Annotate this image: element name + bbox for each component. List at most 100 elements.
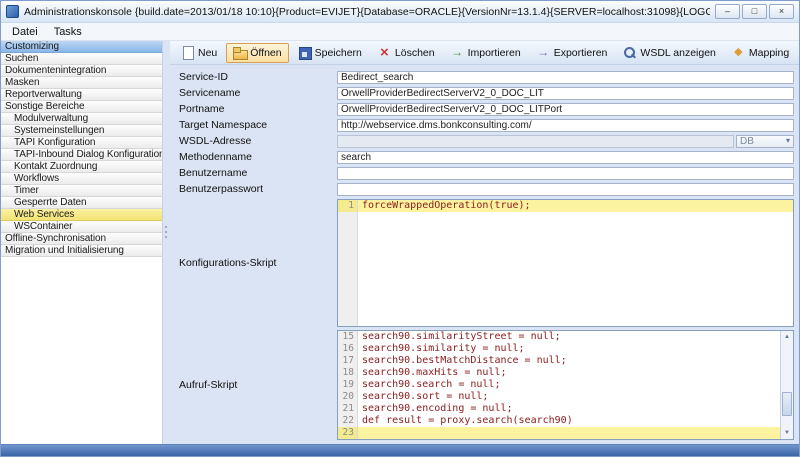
sidebar-item-offline-synchronisation[interactable]: Offline-Synchronisation <box>1 233 162 245</box>
field-input-benutzername[interactable] <box>337 167 794 180</box>
field-label-service-id: Service-ID <box>179 71 337 83</box>
aufruf-editor[interactable]: 151617181920212223search90.similarityStr… <box>337 330 794 440</box>
field-input-benutzerpasswort[interactable] <box>337 183 794 196</box>
sidebar: CustomizingSuchenDokumentenintegrationMa… <box>1 41 163 444</box>
editor-gutter: 1 <box>338 200 358 326</box>
sidebar-item-masken[interactable]: Masken <box>1 77 162 89</box>
sidebar-item-customizing[interactable]: Customizing <box>1 41 162 53</box>
code-line: search90.similarity = null; <box>358 343 780 355</box>
line-number: 18 <box>338 367 357 379</box>
open-folder-icon <box>233 46 246 59</box>
field-label-benutzername: Benutzername <box>179 167 337 179</box>
combo-selected-value: DB <box>740 136 754 147</box>
toolbar-button-exportieren[interactable]: Exportieren <box>530 43 615 63</box>
sidebar-item-web-services[interactable]: Web Services <box>1 209 162 221</box>
delete-icon <box>378 46 391 59</box>
line-number: 15 <box>338 331 357 343</box>
code-line: search90.encoding = null; <box>358 403 780 415</box>
sidebar-item-tapi-konfiguration[interactable]: TAPI Konfiguration <box>1 137 162 149</box>
splitter-dots <box>165 231 167 233</box>
sidebar-item-modulverwaltung[interactable]: Modulverwaltung <box>1 113 162 125</box>
close-button[interactable]: × <box>769 4 794 19</box>
code-line <box>358 427 780 439</box>
new-page-icon <box>181 46 194 59</box>
toolbar-button-mapping[interactable]: Mapping <box>725 43 796 63</box>
code-line: search90.bestMatchDistance = null; <box>358 355 780 367</box>
splitter-dots <box>165 236 167 238</box>
toolbar-button-speichern[interactable]: Speichern <box>291 43 369 63</box>
sidebar-item-gesperrte-daten[interactable]: Gesperrte Daten <box>1 197 162 209</box>
toolbar-button-label: WSDL anzeigen <box>640 47 715 59</box>
toolbar-button-test[interactable]: Test <box>798 43 799 63</box>
field-label-methodenname: Methodenname <box>179 151 337 163</box>
sidebar-splitter[interactable] <box>163 41 170 444</box>
code-line: search90.sort = null; <box>358 391 780 403</box>
aufruf-script-row: Aufruf-Skript 151617181920212223search90… <box>179 330 794 440</box>
field-input-portname[interactable] <box>337 103 794 116</box>
editor-content[interactable]: search90.similarityStreet = null;search9… <box>358 331 780 439</box>
scroll-track[interactable] <box>781 343 793 427</box>
form-row: WSDL-AdresseDB▾ <box>179 133 794 149</box>
field-label-portname: Portname <box>179 103 337 115</box>
toolbar-button-label: Mapping <box>749 47 789 59</box>
mapping-icon <box>732 46 745 59</box>
window-controls: – □ × <box>715 4 794 19</box>
editor-gutter: 151617181920212223 <box>338 331 358 439</box>
editor-scrollbar[interactable]: ▲▼ <box>780 331 793 439</box>
code-line: forceWrappedOperation(true); <box>358 200 793 212</box>
toolbar-button-öffnen[interactable]: Öffnen <box>226 43 288 63</box>
field-input-target-namespace[interactable] <box>337 119 794 132</box>
scroll-up-arrow[interactable]: ▲ <box>781 331 793 343</box>
app-window: Administrationskonsole {build.date=2013/… <box>0 0 800 457</box>
form-row: Service-ID <box>179 69 794 85</box>
code-line: search90.search = null; <box>358 379 780 391</box>
sidebar-item-sonstige-bereiche[interactable]: Sonstige Bereiche <box>1 101 162 113</box>
konfig-editor[interactable]: 1forceWrappedOperation(true); <box>337 199 794 327</box>
toolbar-button-label: Speichern <box>315 47 362 59</box>
sidebar-item-migration-und-initialisierung[interactable]: Migration und Initialisierung <box>1 245 162 257</box>
sidebar-item-suchen[interactable]: Suchen <box>1 53 162 65</box>
web-service-form: Service-ID Servicename Portname Target Name… <box>170 65 799 444</box>
sidebar-item-kontakt-zuordnung[interactable]: Kontakt Zuordnung <box>1 161 162 173</box>
sidebar-item-systemeinstellungen[interactable]: Systemeinstellungen <box>1 125 162 137</box>
menu-item-datei[interactable]: Datei <box>4 25 46 39</box>
toolbar-button-label: Öffnen <box>250 47 281 59</box>
toolbar-button-neu[interactable]: Neu <box>174 43 224 63</box>
line-number: 20 <box>338 391 357 403</box>
toolbar-button-label: Exportieren <box>554 47 608 59</box>
line-number: 16 <box>338 343 357 355</box>
sidebar-item-dokumentenintegration[interactable]: Dokumentenintegration <box>1 65 162 77</box>
toolbar-button-importieren[interactable]: Importieren <box>444 43 528 63</box>
code-line: def result = proxy.search(search90) <box>358 415 780 427</box>
titlebar[interactable]: Administrationskonsole {build.date=2013/… <box>1 1 799 23</box>
field-input-servicename[interactable] <box>337 87 794 100</box>
scroll-down-arrow[interactable]: ▼ <box>781 427 793 439</box>
wsdl-icon <box>623 46 636 59</box>
sidebar-item-wscontainer[interactable]: WSContainer <box>1 221 162 233</box>
toolbar-button-wsdl-anzeigen[interactable]: WSDL anzeigen <box>616 43 722 63</box>
sidebar-item-workflows[interactable]: Workflows <box>1 173 162 185</box>
field-label-konfigurations-skript: Konfigurations-Skript <box>179 257 337 269</box>
window-title: Administrationskonsole {build.date=2013/… <box>24 6 710 18</box>
maximize-button[interactable]: □ <box>742 4 767 19</box>
editor-content[interactable]: forceWrappedOperation(true); <box>358 200 793 326</box>
scroll-thumb[interactable] <box>782 392 792 416</box>
wsdl-source-combo[interactable]: DB▾ <box>736 135 794 148</box>
window-bottom-border <box>1 444 799 456</box>
sidebar-item-tapi-inbound-dialog-konfiguration[interactable]: TAPI-Inbound Dialog Konfiguration <box>1 149 162 161</box>
toolbar-button-label: Importieren <box>468 47 521 59</box>
toolbar-button-löschen[interactable]: Löschen <box>371 43 442 63</box>
field-input-service-id[interactable] <box>337 71 794 84</box>
main-panel: Neu Öffnen Speichern Löschen Importieren Expo… <box>170 41 799 444</box>
minimize-button[interactable]: – <box>715 4 740 19</box>
sidebar-item-timer[interactable]: Timer <box>1 185 162 197</box>
toolbar-button-label: Löschen <box>395 47 435 59</box>
field-label-target-namespace: Target Namespace <box>179 119 337 131</box>
form-row: Servicename <box>179 85 794 101</box>
field-input-methodenname[interactable] <box>337 151 794 164</box>
toolbar: Neu Öffnen Speichern Löschen Importieren Expo… <box>170 41 799 65</box>
field-label-servicename: Servicename <box>179 87 337 99</box>
sidebar-item-reportverwaltung[interactable]: Reportverwaltung <box>1 89 162 101</box>
window-body: CustomizingSuchenDokumentenintegrationMa… <box>1 41 799 444</box>
menu-item-tasks[interactable]: Tasks <box>46 25 90 39</box>
